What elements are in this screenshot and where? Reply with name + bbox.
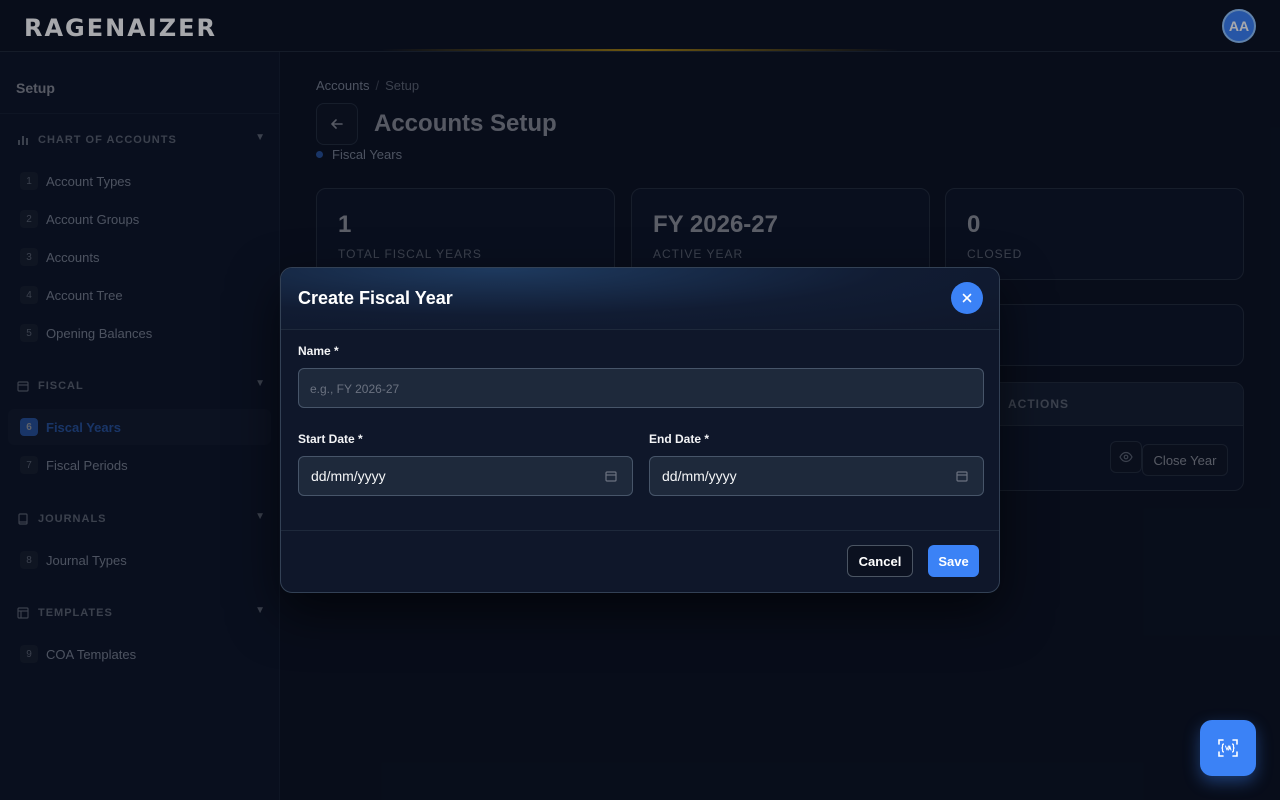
back-button[interactable] (316, 103, 358, 145)
sidebar-item-opening-balances[interactable]: 5 Opening Balances (8, 315, 271, 351)
item-number: 1 (20, 172, 38, 190)
item-number: 3 (20, 248, 38, 266)
page-title: Accounts Setup (374, 110, 557, 137)
section-label: CHART OF ACCOUNTS (38, 134, 177, 146)
stat-value: FY 2026-27 (653, 211, 778, 238)
layout-icon (16, 606, 30, 620)
close-year-button[interactable]: Close Year (1142, 444, 1228, 476)
breadcrumb-setup: Setup (385, 78, 420, 93)
status-dot (316, 151, 323, 158)
page-subtitle: Fiscal Years (316, 147, 402, 162)
sidebar-divider (0, 113, 279, 114)
create-fiscal-year-modal: Create Fiscal Year Name * Start Date * d… (280, 267, 1000, 593)
sidebar: Setup CHART OF ACCOUNTS ▼ 1 Account Type… (0, 52, 280, 800)
sidebar-item-fiscal-periods[interactable]: 7 Fiscal Periods (8, 447, 271, 483)
sidebar-item-fiscal-years[interactable]: 6 Fiscal Years (8, 409, 271, 445)
sidebar-title: Setup (16, 80, 55, 96)
breadcrumb-separator: / (375, 78, 380, 93)
column-header-actions: ACTIONS (1008, 397, 1069, 411)
item-number: 9 (20, 645, 38, 663)
user-avatar[interactable]: AA (1222, 9, 1256, 43)
sidebar-item-account-tree[interactable]: 4 Account Tree (8, 277, 271, 313)
item-number: 4 (20, 286, 38, 304)
start-date-input[interactable]: dd/mm/yyyy (298, 456, 633, 496)
stat-value: 0 (967, 211, 981, 238)
stat-label: TOTAL FISCAL YEARS (338, 247, 482, 261)
sidebar-item-journal-types[interactable]: 8 Journal Types (8, 542, 271, 578)
sidebar-item-label: Account Groups (46, 211, 140, 227)
item-number: 8 (20, 551, 38, 569)
caret-down-icon[interactable]: ▼ (255, 378, 266, 389)
end-date-input[interactable]: dd/mm/yyyy (649, 456, 984, 496)
cancel-button[interactable]: Cancel (847, 545, 913, 577)
book-icon (16, 512, 30, 526)
sidebar-item-account-types[interactable]: 1 Account Types (8, 163, 271, 199)
sidebar-item-label: COA Templates (46, 646, 137, 662)
sidebar-item-label: Account Types (46, 173, 132, 189)
sidebar-item-label: Opening Balances (46, 325, 153, 341)
calendar-icon (16, 379, 30, 393)
item-number: 2 (20, 210, 38, 228)
modal-header: Create Fiscal Year (281, 268, 999, 330)
modal-close-button[interactable] (951, 282, 983, 314)
arrow-left-icon (331, 119, 343, 129)
modal-footer-divider (281, 530, 999, 531)
section-templates[interactable]: TEMPLATES ▼ (16, 603, 266, 623)
item-number: 5 (20, 324, 38, 342)
item-number: 7 (20, 456, 38, 474)
view-button[interactable] (1110, 441, 1142, 473)
save-button[interactable]: Save (928, 545, 979, 577)
section-journals[interactable]: JOURNALS ▼ (16, 509, 266, 529)
sidebar-item-coa-templates[interactable]: 9 COA Templates (8, 636, 271, 672)
close-icon (962, 293, 972, 303)
breadcrumb-accounts[interactable]: Accounts (316, 78, 369, 93)
sidebar-item-label: Journal Types (46, 552, 127, 568)
sidebar-item-label: Accounts (46, 249, 100, 265)
caret-down-icon[interactable]: ▼ (255, 132, 266, 143)
section-chart-of-accounts[interactable]: CHART OF ACCOUNTS ▼ (16, 130, 266, 150)
stat-label: ACTIVE YEAR (653, 247, 744, 261)
stat-value: 1 (338, 211, 352, 238)
assistant-button[interactable] (1200, 720, 1256, 776)
name-label: Name * (298, 344, 339, 358)
modal-title: Create Fiscal Year (298, 288, 453, 308)
sidebar-item-accounts[interactable]: 3 Accounts (8, 239, 271, 275)
breadcrumb: Accounts / Setup (316, 78, 419, 93)
calendar-icon[interactable] (956, 470, 968, 482)
start-date-label: Start Date * (298, 432, 363, 446)
end-date-label: End Date * (649, 432, 710, 446)
top-bar: RAGENAIZER AA (0, 0, 1280, 52)
calendar-icon[interactable] (605, 470, 617, 482)
section-fiscal[interactable]: FISCAL ▼ (16, 376, 266, 396)
name-input[interactable] (298, 368, 984, 408)
start-date-value: dd/mm/yyyy (311, 468, 386, 484)
section-label: JOURNALS (38, 513, 107, 525)
sidebar-item-label: Fiscal Periods (46, 457, 128, 473)
subtitle-text: Fiscal Years (332, 147, 403, 162)
sidebar-item-label: Account Tree (46, 287, 123, 303)
header-glow-line (380, 49, 900, 51)
bar-chart-icon (16, 133, 30, 147)
assistant-icon (1218, 739, 1238, 757)
eye-icon (1119, 451, 1133, 463)
sidebar-item-account-groups[interactable]: 2 Account Groups (8, 201, 271, 237)
stat-label: CLOSED (967, 247, 1023, 261)
item-number: 6 (20, 418, 38, 436)
section-label: TEMPLATES (38, 607, 113, 619)
app-logo[interactable]: RAGENAIZER (24, 14, 217, 42)
end-date-value: dd/mm/yyyy (662, 468, 737, 484)
caret-down-icon[interactable]: ▼ (255, 511, 266, 522)
section-label: FISCAL (38, 380, 84, 392)
caret-down-icon[interactable]: ▼ (255, 605, 266, 616)
sidebar-item-label: Fiscal Years (46, 419, 121, 435)
